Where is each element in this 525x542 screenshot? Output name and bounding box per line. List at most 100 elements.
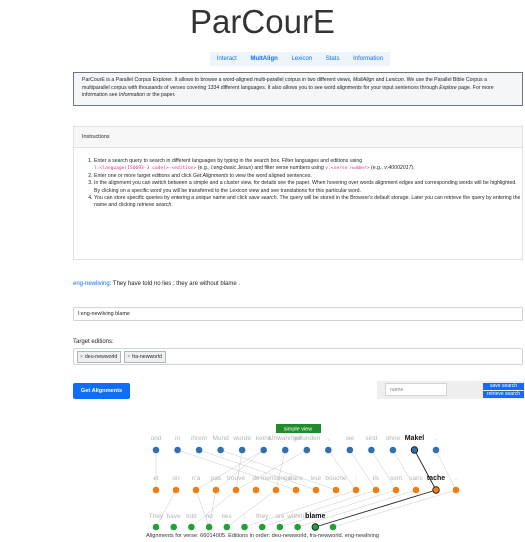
word-node-fr[interactable] bbox=[412, 486, 420, 494]
word-fr[interactable]: sans bbox=[409, 475, 423, 482]
word-fr[interactable]: dans bbox=[289, 475, 304, 482]
word-fr[interactable]: on bbox=[172, 475, 180, 482]
word-en[interactable]: blame bbox=[305, 513, 325, 520]
word-fr[interactable]: . bbox=[455, 475, 457, 482]
word-en[interactable]: They bbox=[149, 513, 164, 520]
word-node-de[interactable] bbox=[303, 446, 311, 454]
word-node-en[interactable] bbox=[241, 523, 248, 531]
word-en[interactable]: have bbox=[167, 513, 181, 520]
word-node-de[interactable] bbox=[152, 446, 160, 454]
word-node-fr[interactable] bbox=[212, 486, 220, 494]
remove-chip-icon[interactable]: × bbox=[80, 354, 83, 360]
word-node-de[interactable] bbox=[325, 446, 332, 454]
word-fr[interactable]: leur bbox=[311, 475, 323, 482]
alignment-edge bbox=[244, 489, 357, 528]
word-de[interactable]: . bbox=[435, 435, 437, 442]
alignment-edge bbox=[371, 449, 397, 491]
word-node-fr[interactable] bbox=[372, 486, 380, 494]
nav-information[interactable]: Information bbox=[353, 56, 383, 62]
word-node-de[interactable] bbox=[174, 446, 181, 454]
word-node-en[interactable] bbox=[294, 523, 301, 531]
word-de[interactable]: in bbox=[175, 435, 180, 442]
word-fr[interactable]: pas bbox=[211, 475, 222, 482]
word-node-de[interactable] bbox=[195, 446, 203, 454]
nav-stats[interactable]: Stats bbox=[326, 56, 340, 62]
instruction-example: l:eng-basic Jesus bbox=[211, 165, 252, 172]
word-de[interactable]: wurde bbox=[232, 435, 251, 442]
word-fr[interactable]: ; bbox=[355, 475, 357, 482]
nav-interact[interactable]: Interact bbox=[217, 56, 237, 62]
word-node-fr[interactable] bbox=[292, 486, 300, 494]
word-fr[interactable]: tache bbox=[427, 475, 445, 482]
word-fr[interactable]: trouvé bbox=[227, 475, 245, 482]
word-node-en[interactable] bbox=[170, 523, 177, 531]
instruction-text: ) and filter verse numbers using bbox=[251, 165, 326, 172]
word-fr[interactable]: n'a bbox=[192, 475, 201, 482]
word-node-en[interactable] bbox=[276, 523, 284, 531]
word-node-fr[interactable] bbox=[272, 486, 280, 494]
word-en[interactable]: lies bbox=[222, 513, 233, 520]
word-node-fr[interactable] bbox=[352, 486, 360, 494]
alignment-edge bbox=[208, 489, 217, 528]
alignment-edge bbox=[392, 449, 417, 491]
word-de[interactable]: Mund bbox=[212, 435, 229, 442]
word-de[interactable]: , bbox=[327, 435, 329, 442]
word-node-en[interactable] bbox=[223, 523, 231, 531]
get-alignments-button[interactable]: Get Alignments bbox=[73, 383, 130, 399]
word-en[interactable]: . bbox=[332, 513, 334, 520]
remove-chip-icon[interactable]: × bbox=[127, 354, 130, 360]
word-de[interactable]: gefunden bbox=[293, 435, 320, 442]
word-de[interactable]: Makel bbox=[405, 435, 425, 442]
search-query-input[interactable]: l:eng-newliving blame bbox=[73, 307, 523, 321]
nav-multalign[interactable]: MultAlign bbox=[250, 56, 277, 62]
word-node-de[interactable] bbox=[281, 446, 289, 454]
word-de[interactable]: sie bbox=[346, 435, 355, 442]
word-de[interactable]: ihrem bbox=[191, 435, 207, 442]
word-en[interactable]: no bbox=[205, 513, 213, 520]
word-node-en[interactable] bbox=[188, 523, 195, 531]
word-node-fr[interactable] bbox=[252, 486, 260, 494]
save-search-button[interactable]: save search bbox=[483, 383, 524, 390]
word-de[interactable]: und bbox=[151, 435, 162, 442]
word-node-fr[interactable] bbox=[312, 486, 320, 494]
word-node-de[interactable] bbox=[346, 446, 354, 454]
verse-edition-link[interactable]: eng-newliving bbox=[73, 281, 110, 287]
word-fr[interactable]: et bbox=[153, 475, 159, 482]
word-node-fr[interactable] bbox=[152, 486, 160, 494]
word-node-fr[interactable] bbox=[332, 486, 340, 494]
word-en[interactable]: they bbox=[256, 513, 269, 520]
word-node-de[interactable] bbox=[432, 446, 440, 454]
word-node-fr[interactable] bbox=[392, 486, 400, 494]
nav-lexicon[interactable]: Lexicon bbox=[291, 56, 312, 62]
word-node-de[interactable] bbox=[410, 446, 419, 454]
word-fr[interactable]: bouche bbox=[325, 475, 347, 482]
target-editions-input[interactable]: × deu-newworld × fra-newworld bbox=[73, 348, 523, 365]
word-de[interactable]: sind bbox=[365, 435, 377, 442]
word-de[interactable]: ohne bbox=[386, 435, 401, 442]
word-fr[interactable]: sont bbox=[390, 475, 402, 482]
word-fr[interactable]: ils bbox=[373, 475, 380, 482]
retrieve-search-button[interactable]: retrieve search bbox=[483, 391, 524, 398]
word-node-de[interactable] bbox=[217, 446, 224, 454]
word-node-en[interactable] bbox=[329, 523, 337, 531]
instruction-item-3: In the alignment you can switch between … bbox=[94, 180, 522, 195]
word-en[interactable]: are bbox=[275, 513, 285, 520]
word-node-en[interactable] bbox=[205, 523, 213, 531]
word-node-fr[interactable] bbox=[232, 486, 240, 494]
word-node-de[interactable] bbox=[368, 446, 375, 454]
word-node-en[interactable] bbox=[152, 523, 160, 531]
word-node-de[interactable] bbox=[260, 446, 267, 454]
word-en[interactable]: told bbox=[186, 513, 197, 520]
word-node-fr[interactable] bbox=[172, 486, 180, 494]
word-fr[interactable]: mensonge bbox=[261, 475, 292, 482]
search-name-input[interactable]: name bbox=[385, 383, 447, 396]
word-node-de[interactable] bbox=[238, 446, 246, 454]
word-node-fr[interactable] bbox=[452, 486, 460, 494]
word-node-en[interactable] bbox=[258, 523, 266, 531]
word-node-en[interactable] bbox=[311, 523, 319, 531]
word-node-de[interactable] bbox=[389, 446, 397, 454]
word-node-fr[interactable] bbox=[192, 486, 200, 494]
word-node-fr[interactable] bbox=[432, 486, 440, 494]
word-en[interactable]: ; bbox=[244, 513, 246, 520]
word-fr[interactable]: de bbox=[252, 475, 260, 482]
